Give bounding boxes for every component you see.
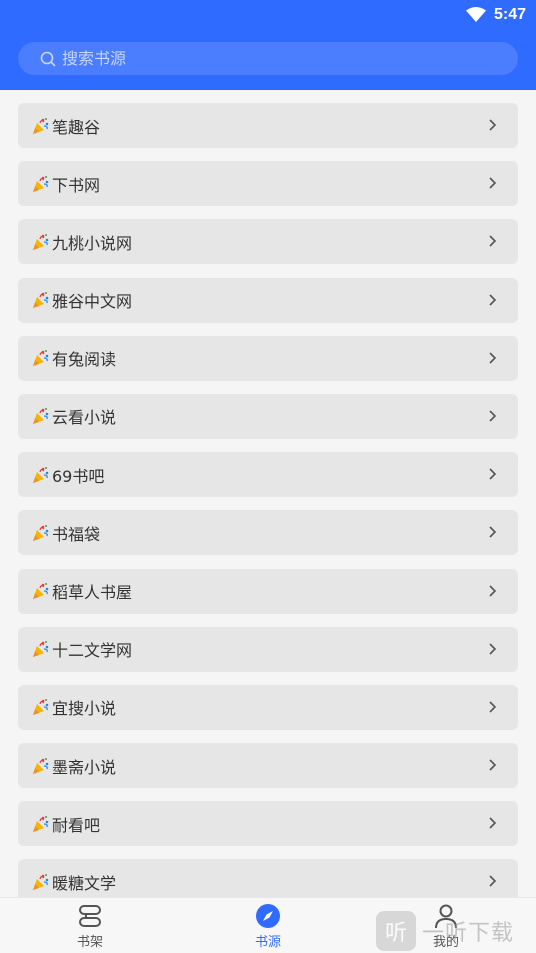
search-icon <box>40 51 56 67</box>
source-item[interactable]: 宜搜小说 <box>18 684 518 730</box>
party-popper-icon <box>33 408 49 425</box>
party-popper-icon <box>33 757 49 774</box>
search-input[interactable] <box>62 49 482 68</box>
source-item-label: 有兔阅读 <box>52 350 117 370</box>
compass-icon <box>256 904 280 928</box>
source-item-label: 稻草人书屋 <box>52 583 133 602</box>
source-item-label: 笔趣谷 <box>52 117 101 137</box>
source-item[interactable]: 十二文学网 <box>18 626 518 672</box>
app-header: 5:47 <box>0 0 536 90</box>
tab-sources-label: 书源 <box>254 935 281 950</box>
tab-bookshelf-label: 书架 <box>76 935 103 950</box>
source-item[interactable]: 耐看吧 <box>18 801 518 847</box>
party-popper-icon <box>33 583 49 599</box>
bottom-nav: 书架 书源 我的 听 一听下载 <box>0 897 536 953</box>
source-item-label: 暖糖文学 <box>52 873 117 893</box>
party-popper-icon <box>33 699 49 716</box>
status-right: 5:47 <box>465 4 526 26</box>
chevron-right-icon <box>489 119 497 131</box>
chevron-right-icon <box>489 352 497 364</box>
chevron-right-icon <box>489 526 497 538</box>
source-item[interactable]: 有兔阅读 <box>18 335 518 381</box>
source-item-label: 墨斋小说 <box>52 757 117 777</box>
source-item-label: 69书吧 <box>52 466 105 486</box>
tab-sources[interactable]: 书源 <box>223 902 313 952</box>
party-popper-icon <box>33 815 49 832</box>
chevron-right-icon <box>489 293 497 306</box>
tab-bookshelf[interactable]: 书架 <box>45 902 135 952</box>
chevron-right-icon <box>489 177 497 189</box>
source-item[interactable]: 笔趣谷 <box>18 103 518 148</box>
watermark-logo: 听 <box>376 911 416 951</box>
chevron-right-icon <box>489 584 497 597</box>
source-item[interactable]: 云看小说 <box>18 393 518 439</box>
source-item[interactable]: 墨斋小说 <box>18 743 518 789</box>
chevron-right-icon <box>489 643 497 655</box>
chevron-right-icon <box>489 759 497 771</box>
source-item-label: 下书网 <box>52 175 101 195</box>
party-popper-icon <box>33 175 49 192</box>
search-bar[interactable] <box>18 42 518 75</box>
bookshelf-icon <box>79 905 101 927</box>
party-popper-icon <box>33 292 49 309</box>
source-item-label: 耐看吧 <box>52 815 101 835</box>
status-time: 5:47 <box>493 6 526 23</box>
source-item-label: 雅谷中文网 <box>52 292 133 312</box>
party-popper-icon <box>33 233 49 250</box>
chevron-right-icon <box>489 468 497 480</box>
chevron-right-icon <box>489 817 497 829</box>
source-item-label: 云看小说 <box>52 408 117 428</box>
party-popper-icon <box>33 466 49 483</box>
chevron-right-icon <box>489 701 497 713</box>
watermark: 听 一听下载 <box>376 909 514 953</box>
source-item-label: 宜搜小说 <box>52 699 117 719</box>
source-item-label: 十二文学网 <box>52 641 133 661</box>
party-popper-icon <box>33 350 49 367</box>
source-item-label: 九桃小说网 <box>52 233 133 253</box>
party-popper-icon <box>33 117 49 134</box>
party-popper-icon <box>33 524 49 541</box>
source-item-label: 书福袋 <box>52 524 101 544</box>
source-item[interactable]: 九桃小说网 <box>18 219 518 265</box>
source-item[interactable]: 书福袋 <box>18 510 518 556</box>
chevron-right-icon <box>489 235 497 247</box>
source-list: 笔趣谷 下书网 九桃小说网 雅谷中文网 有兔阅读 云看小说 69书吧 书福袋 稻… <box>18 103 518 918</box>
source-item[interactable]: 雅谷中文网 <box>18 277 518 323</box>
watermark-text: 一听下载 <box>422 921 515 946</box>
status-bar: 5:47 <box>0 0 536 30</box>
source-item[interactable]: 下书网 <box>18 161 518 207</box>
source-item[interactable]: 稻草人书屋 <box>18 568 518 614</box>
chevron-right-icon <box>489 875 497 888</box>
wifi-icon <box>465 7 486 22</box>
party-popper-icon <box>33 641 49 658</box>
chevron-right-icon <box>489 410 497 422</box>
source-item[interactable]: 69书吧 <box>18 452 518 498</box>
party-popper-icon <box>33 873 49 890</box>
